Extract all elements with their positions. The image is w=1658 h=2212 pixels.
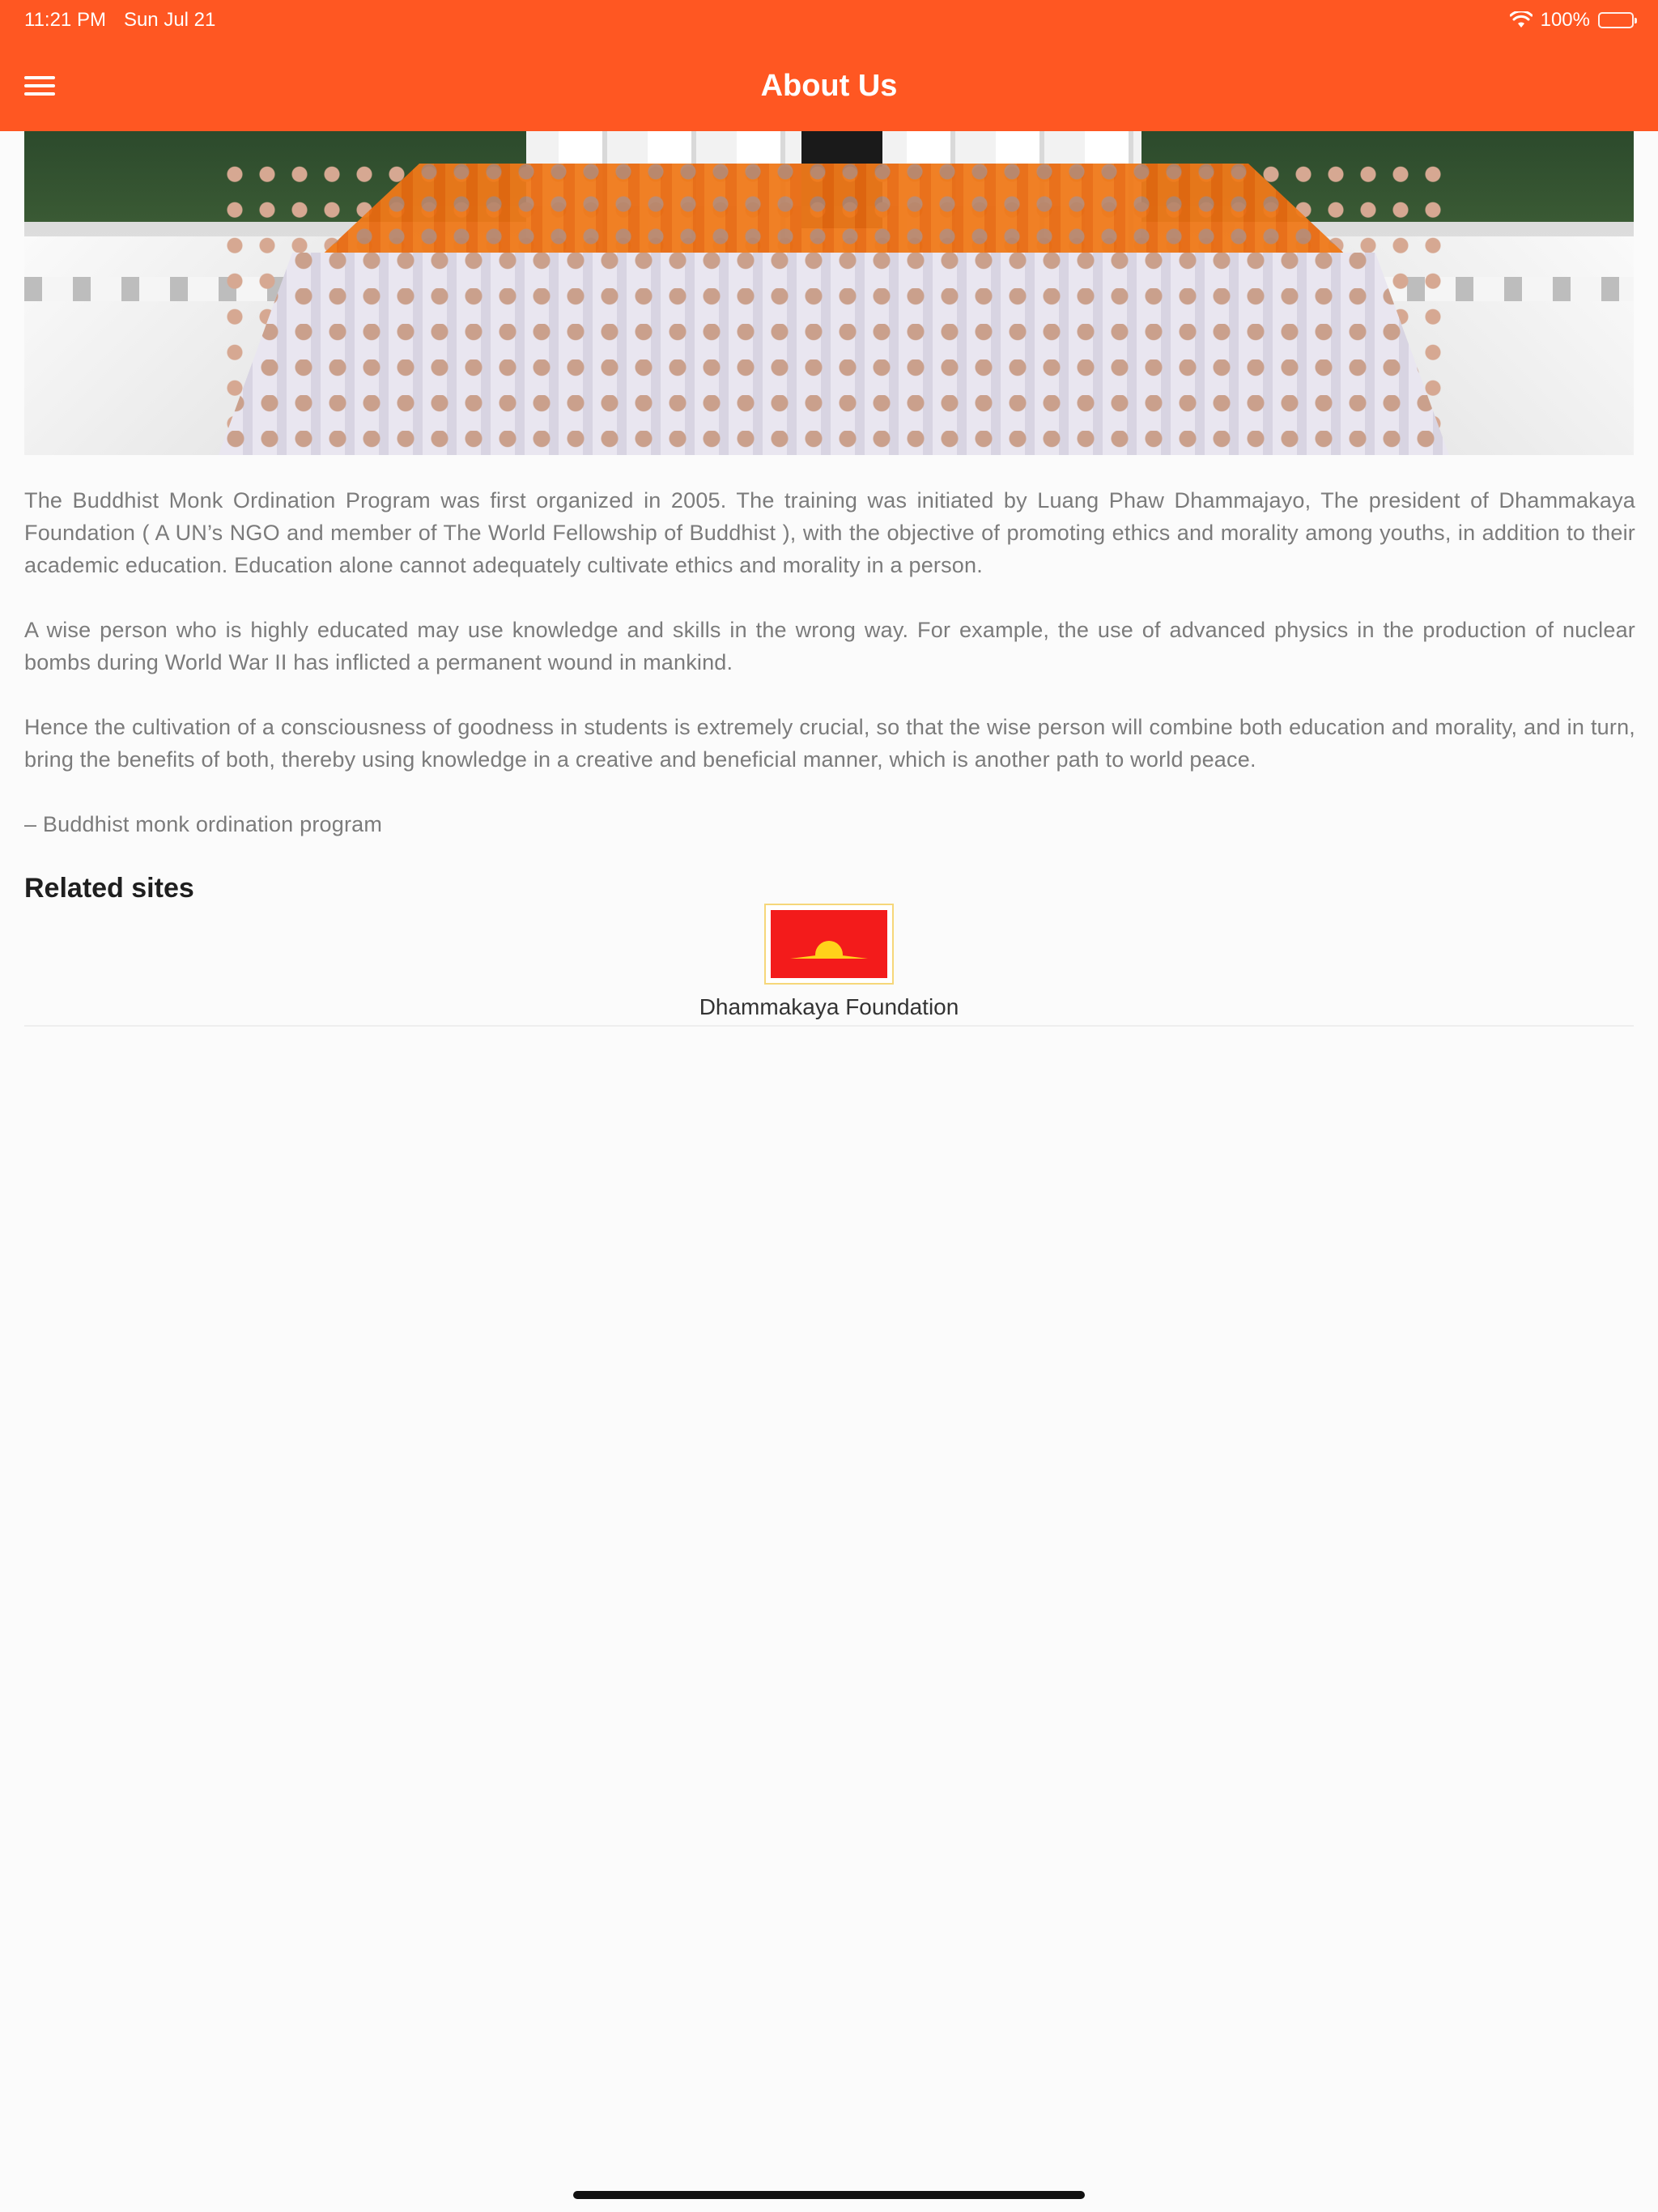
related-sites-heading: Related sites: [24, 873, 194, 904]
dhammakaya-flag-logo[interactable]: [764, 904, 894, 985]
signature: – Buddhist monk ordination program: [24, 812, 383, 836]
related-site-dhammakaya-foundation[interactable]: Dhammakaya Foundation: [0, 904, 1658, 1022]
battery-icon: [1598, 12, 1637, 28]
paragraph: Hence the cultivation of a consciousness…: [24, 715, 1635, 772]
divider: [24, 1025, 1634, 1027]
about-us-screen: 11:21 PM Sun Jul 21 100% About Us The Bu…: [0, 0, 1658, 2212]
status-date: Sun Jul 21: [123, 9, 216, 31]
status-bar-right: 100%: [1509, 8, 1637, 32]
status-bar-left: 11:21 PM Sun Jul 21: [24, 8, 215, 32]
top-app-bar: 11:21 PM Sun Jul 21 100% About Us: [0, 0, 1658, 131]
paragraph: A wise person who is highly educated may…: [24, 618, 1635, 674]
about-text: The Buddhist Monk Ordination Program was…: [24, 484, 1635, 840]
related-site-label[interactable]: Dhammakaya Foundation: [699, 993, 959, 1022]
home-indicator[interactable]: [573, 2191, 1085, 2199]
wifi-icon: [1509, 11, 1533, 29]
battery-percent: 100%: [1540, 9, 1590, 31]
paragraph: The Buddhist Monk Ordination Program was…: [24, 488, 1635, 577]
monk-crowd: [219, 164, 1449, 455]
hero-photo-ordination-group: [24, 131, 1634, 455]
status-time: 11:21 PM: [24, 9, 106, 31]
page-title: About Us: [760, 69, 898, 103]
